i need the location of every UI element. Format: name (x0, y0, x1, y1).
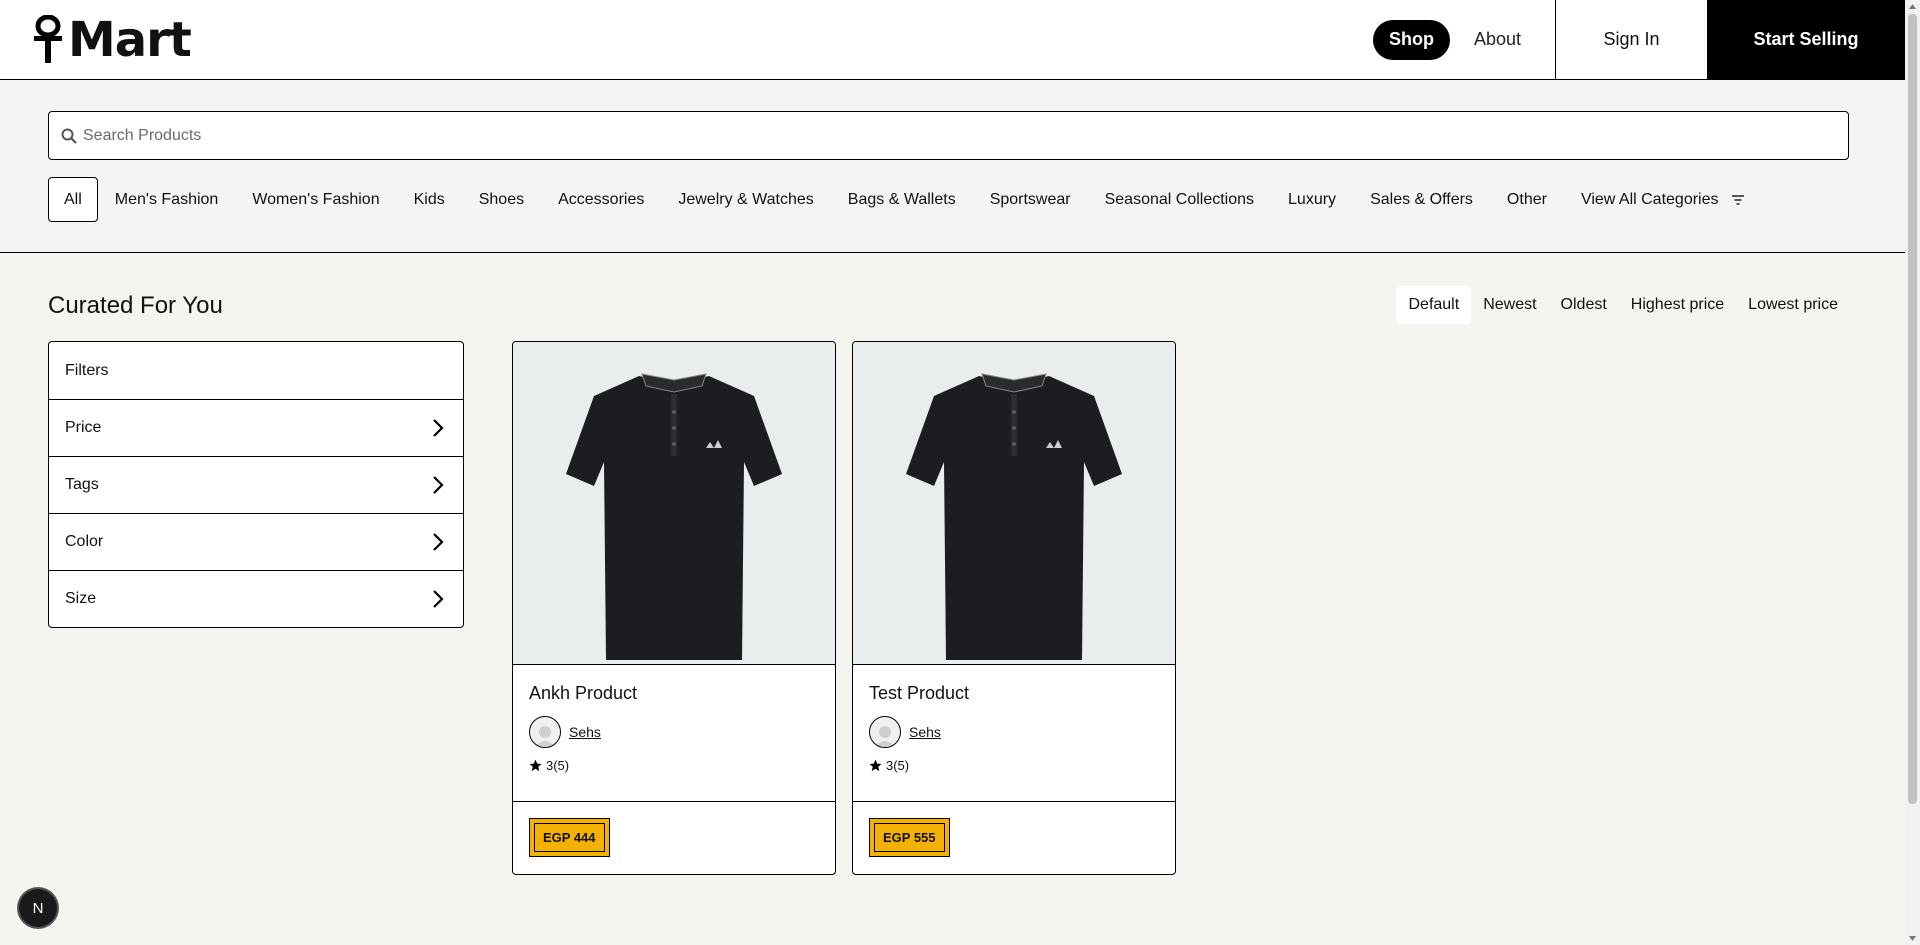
category-bags-wallets[interactable]: Bags & Wallets (831, 177, 973, 222)
sort-highest-price[interactable]: Highest price (1619, 286, 1736, 324)
filter-icon (1731, 194, 1744, 205)
category-jewelry-watches[interactable]: Jewelry & Watches (661, 177, 830, 222)
chevron-right-icon (433, 476, 444, 494)
chevron-right-icon (433, 590, 444, 608)
product-image[interactable] (853, 342, 1175, 665)
filter-color[interactable]: Color (49, 513, 463, 570)
rating-value: 3(5) (886, 758, 910, 773)
avatar-icon (534, 726, 556, 747)
scrollbar-thumb[interactable] (1908, 14, 1917, 804)
price-value: EGP 444 (534, 823, 605, 852)
polo-shirt-image (566, 373, 782, 660)
seller[interactable]: Sehs (869, 716, 1159, 748)
search-icon (61, 128, 77, 144)
view-all-categories-button[interactable]: View All Categories (1564, 177, 1747, 222)
search-section: All Men's Fashion Women's Fashion Kids S… (0, 80, 1905, 253)
category-sales-offers[interactable]: Sales & Offers (1353, 177, 1490, 222)
rating-value: 3(5) (546, 758, 570, 773)
price-tag: EGP 555 (869, 818, 950, 857)
category-kids[interactable]: Kids (397, 177, 462, 222)
avatar-icon (874, 726, 896, 747)
filter-price[interactable]: Price (49, 399, 463, 456)
filters-header-label: Filters (65, 361, 109, 379)
sort-options: Default Newest Oldest Highest price Lowe… (1396, 286, 1850, 324)
nav-about[interactable]: About (1458, 20, 1537, 60)
ankh-icon (34, 14, 62, 63)
scroll-down-icon[interactable] (1908, 934, 1917, 943)
price-tag: EGP 444 (529, 818, 610, 857)
nav-shop[interactable]: Shop (1372, 19, 1450, 60)
category-luxury[interactable]: Luxury (1271, 177, 1353, 222)
rating: 3(5) (869, 758, 1159, 773)
rating: 3(5) (529, 758, 819, 773)
polo-shirt-image (906, 373, 1122, 660)
seller-name[interactable]: Sehs (569, 724, 601, 740)
search-bar[interactable] (48, 111, 1849, 160)
search-input[interactable] (83, 126, 1783, 145)
sort-lowest-price[interactable]: Lowest price (1736, 286, 1850, 324)
scrollbar[interactable] (1905, 0, 1920, 945)
avatar (529, 716, 561, 748)
category-accessories[interactable]: Accessories (541, 177, 661, 222)
product-name[interactable]: Test Product (869, 683, 1159, 704)
main-nav: Shop About (1372, 0, 1555, 79)
product-card[interactable]: Test Product Sehs 3(5) EGP 555 (852, 341, 1176, 875)
start-selling-button[interactable]: Start Selling (1707, 0, 1905, 79)
product-card[interactable]: Ankh Product Sehs 3(5) EGP 444 (512, 341, 836, 875)
category-other[interactable]: Other (1490, 177, 1564, 222)
page-title: Curated For You (48, 292, 223, 319)
filters-panel: Filters Price Tags Color Size (48, 341, 464, 628)
category-mens-fashion[interactable]: Men's Fashion (98, 177, 236, 222)
category-seasonal-collections[interactable]: Seasonal Collections (1088, 177, 1271, 222)
star-icon (529, 759, 542, 772)
seller[interactable]: Sehs (529, 716, 819, 748)
logo[interactable]: Mart (0, 0, 192, 79)
star-icon (869, 759, 882, 772)
filter-label: Price (65, 419, 102, 436)
category-bar: All Men's Fashion Women's Fashion Kids S… (48, 177, 1747, 222)
sort-oldest[interactable]: Oldest (1549, 286, 1619, 324)
product-info: Ankh Product Sehs 3(5) (513, 665, 835, 802)
dev-tools-badge[interactable]: N (19, 889, 57, 927)
brand-name: Mart (68, 11, 192, 68)
product-name[interactable]: Ankh Product (529, 683, 819, 704)
price-value: EGP 555 (874, 823, 945, 852)
filters-header: Filters (49, 342, 463, 399)
product-footer: EGP 555 (853, 802, 1175, 873)
chevron-right-icon (433, 419, 444, 437)
product-footer: EGP 444 (513, 802, 835, 873)
category-womens-fashion[interactable]: Women's Fashion (235, 177, 396, 222)
sort-newest[interactable]: Newest (1471, 286, 1548, 324)
product-info: Test Product Sehs 3(5) (853, 665, 1175, 802)
filter-label: Color (65, 533, 104, 550)
product-image[interactable] (513, 342, 835, 665)
category-shoes[interactable]: Shoes (462, 177, 541, 222)
seller-name[interactable]: Sehs (909, 724, 941, 740)
filter-size[interactable]: Size (49, 570, 463, 627)
scroll-up-icon[interactable] (1908, 2, 1917, 11)
top-header: Mart Shop About Sign In Start Selling (0, 0, 1905, 80)
filter-label: Tags (65, 476, 99, 493)
chevron-right-icon (433, 533, 444, 551)
sort-default[interactable]: Default (1396, 286, 1472, 324)
filter-label: Size (65, 590, 97, 607)
category-all[interactable]: All (48, 177, 98, 222)
sign-in-button[interactable]: Sign In (1555, 0, 1707, 79)
filter-tags[interactable]: Tags (49, 456, 463, 513)
avatar (869, 716, 901, 748)
category-sportswear[interactable]: Sportswear (973, 177, 1088, 222)
view-all-categories-label: View All Categories (1580, 190, 1719, 208)
